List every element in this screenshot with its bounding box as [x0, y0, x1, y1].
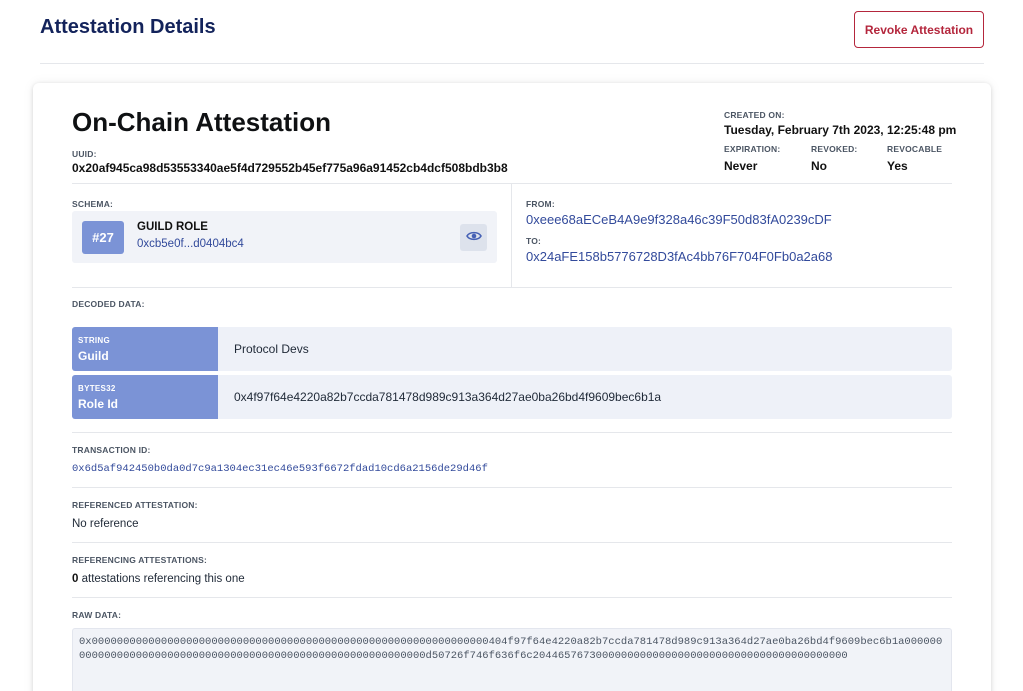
referencing-suffix: attestations referencing this one — [78, 573, 245, 585]
vertical-divider — [511, 183, 512, 287]
top-bar: Attestation Details Revoke Attestation — [40, 0, 984, 64]
schema-name: GUILD ROLE — [137, 221, 208, 233]
schema-uid-link[interactable]: 0xcb5e0f...d0404bc4 — [137, 238, 244, 250]
to-label: TO: — [526, 236, 542, 246]
decoded-type: STRING — [78, 336, 111, 345]
eye-icon — [465, 229, 482, 247]
uuid-label: UUID: — [72, 149, 97, 159]
expiration-value: Never — [724, 159, 758, 173]
decoded-field-name: Role Id — [78, 397, 119, 411]
from-label: FROM: — [526, 199, 555, 209]
decoded-value: Protocol Devs — [234, 342, 309, 356]
attestation-card: On-Chain Attestation UUID: 0x20af945ca98… — [33, 83, 991, 691]
from-address-link[interactable]: 0xeee68aECeB4A9e9f328a46c39F50d83fA0239c… — [526, 212, 832, 227]
schema-number-badge: #27 — [82, 221, 124, 254]
divider — [72, 487, 952, 488]
decoded-data-label: DECODED DATA: — [72, 299, 145, 309]
page-title: Attestation Details — [40, 16, 216, 38]
referenced-attestation-value: No reference — [72, 518, 139, 530]
divider — [72, 597, 952, 598]
revoke-attestation-button[interactable]: Revoke Attestation — [854, 11, 984, 48]
decoded-type: BYTES32 — [78, 384, 116, 393]
raw-data-label: RAW DATA: — [72, 610, 122, 620]
raw-data-field[interactable]: 0x00000000000000000000000000000000000000… — [72, 628, 952, 691]
divider — [72, 542, 952, 543]
referencing-attestations-value: 0 attestations referencing this one — [72, 573, 245, 585]
referencing-attestations-label: REFERENCING ATTESTATIONS: — [72, 555, 208, 565]
transaction-id-link[interactable]: 0x6d5af942450b0da0d7c9a1304ec31ec46e593f… — [72, 463, 488, 475]
revoked-value: No — [811, 159, 827, 173]
revocable-label: REVOCABLE — [887, 144, 943, 154]
created-on-label: CREATED ON: — [724, 110, 785, 120]
uuid-value[interactable]: 0x20af945ca98d53553340ae5f4d729552b45ef7… — [72, 161, 508, 175]
revocable-value: Yes — [887, 159, 908, 173]
decoded-type-cell: STRING Guild — [72, 327, 218, 371]
view-schema-button[interactable] — [460, 224, 487, 251]
schema-card[interactable]: #27 GUILD ROLE 0xcb5e0f...d0404bc4 — [72, 211, 497, 263]
revoked-label: REVOKED: — [811, 144, 858, 154]
referenced-attestation-label: REFERENCED ATTESTATION: — [72, 500, 198, 510]
attestation-title: On-Chain Attestation — [72, 107, 332, 137]
divider — [72, 183, 952, 184]
decoded-value: 0x4f97f64e4220a82b7ccda781478d989c913a36… — [234, 390, 662, 404]
decoded-type-cell: BYTES32 Role Id — [72, 375, 218, 419]
transaction-id-label: TRANSACTION ID: — [72, 445, 151, 455]
decoded-field-name: Guild — [78, 349, 109, 363]
decoded-row: STRING Guild Protocol Devs — [72, 327, 952, 371]
divider — [72, 287, 952, 288]
divider — [72, 432, 952, 433]
decoded-row: BYTES32 Role Id 0x4f97f64e4220a82b7ccda7… — [72, 375, 952, 419]
to-address-link[interactable]: 0x24aFE158b5776728D3fAc4bb76F704F0Fb0a2a… — [526, 249, 832, 264]
schema-label: SCHEMA: — [72, 199, 114, 209]
expiration-label: EXPIRATION: — [724, 144, 781, 154]
created-on-value: Tuesday, February 7th 2023, 12:25:48 pm — [724, 123, 957, 137]
